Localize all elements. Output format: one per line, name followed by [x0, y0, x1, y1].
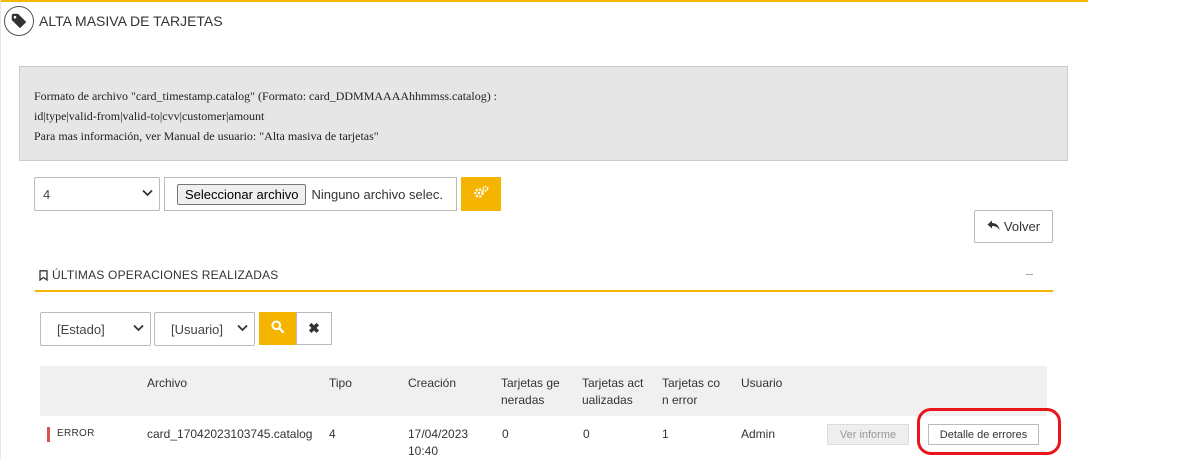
bookmark-icon	[39, 268, 48, 286]
header-generadas-line1: Tarjetas ge	[501, 376, 560, 390]
file-status-text: Ninguno archivo selec.	[311, 186, 443, 202]
chevron-down-icon	[133, 323, 144, 335]
page-header: ALTA MASIVA DE TARJETAS	[4, 6, 223, 36]
close-icon: ✖	[308, 320, 320, 336]
section-title: ÚLTIMAS OPERACIONES REALIZADAS	[52, 268, 279, 282]
header-creacion: Creación	[408, 376, 457, 390]
table-row: ERROR card_17042023103745.catalog 4 17/0…	[40, 416, 1047, 459]
type-select[interactable]: 4	[34, 177, 160, 211]
status-badge: ERROR	[57, 428, 95, 439]
info-fields-line: id|type|valid-from|valid-to|cvv|customer…	[34, 109, 265, 123]
header-actualizadas: Tarjetas act ualizadas	[582, 375, 643, 409]
recent-operations-header: ÚLTIMAS OPERACIONES REALIZADAS –	[35, 266, 1053, 292]
highlight-annotation	[917, 408, 1061, 455]
cell-creacion: 17/04/2023 10:40	[408, 426, 468, 460]
usuario-filter-value: [Usuario]	[171, 321, 224, 337]
info-manual-line: Para mas información, ver Manual de usua…	[34, 129, 379, 143]
header-actualizadas-line1: Tarjetas act	[582, 376, 644, 390]
header-archivo: Archivo	[147, 376, 188, 390]
clear-filters-button[interactable]: ✖	[296, 312, 332, 345]
ver-informe-button[interactable]: Ver informe	[827, 424, 909, 445]
search-icon	[271, 320, 285, 338]
chevron-down-icon	[237, 323, 248, 335]
estado-filter[interactable]: [Estado]	[40, 312, 151, 346]
select-file-button[interactable]: Seleccionar archivo	[177, 183, 307, 205]
header-generadas-line2: neradas	[501, 393, 545, 407]
cell-tipo: 4	[329, 427, 336, 441]
top-accent-line	[0, 0, 1088, 2]
reply-arrow-icon	[987, 219, 1000, 234]
cell-error: 1	[662, 427, 669, 441]
type-select-value: 4	[43, 186, 51, 202]
cell-generadas: 0	[502, 427, 509, 441]
cell-creacion-hora: 10:40	[408, 444, 439, 458]
chevron-down-icon	[142, 188, 153, 200]
error-status-bar	[47, 427, 50, 442]
tag-icon	[4, 6, 34, 36]
header-tipo: Tipo	[329, 376, 352, 390]
process-button[interactable]	[461, 177, 501, 211]
header-generadas: Tarjetas ge neradas	[501, 375, 560, 409]
cell-archivo: card_17042023103745.catalog	[147, 427, 313, 441]
info-format-line: Formato de archivo "card_timestamp.catal…	[34, 89, 498, 103]
file-format-info: Formato de archivo "card_timestamp.catal…	[19, 66, 1068, 161]
cell-usuario: Admin	[741, 427, 776, 441]
header-error: Tarjetas co n error	[662, 375, 720, 409]
search-button[interactable]	[259, 312, 296, 345]
file-input[interactable]: Seleccionar archivo Ninguno archivo sele…	[164, 177, 457, 211]
left-border	[0, 0, 1, 459]
cell-creacion-fecha: 17/04/2023	[408, 427, 469, 441]
cogs-icon	[473, 185, 489, 204]
header-error-line2: n error	[662, 393, 698, 407]
header-usuario: Usuario	[741, 376, 783, 390]
operations-table-header: Archivo Tipo Creación Tarjetas ge nerada…	[40, 366, 1047, 416]
header-actualizadas-line2: ualizadas	[582, 393, 633, 407]
page: ALTA MASIVA DE TARJETAS Formato de archi…	[0, 0, 1088, 459]
volver-label: Volver	[1003, 219, 1041, 234]
estado-filter-value: [Estado]	[57, 321, 105, 337]
header-error-line1: Tarjetas co	[662, 376, 721, 390]
collapse-toggle[interactable]: –	[1026, 266, 1033, 281]
cell-actualizadas: 0	[583, 427, 590, 441]
usuario-filter[interactable]: [Usuario]	[154, 312, 255, 346]
volver-button[interactable]: Volver	[974, 210, 1053, 243]
page-title: ALTA MASIVA DE TARJETAS	[39, 13, 223, 29]
